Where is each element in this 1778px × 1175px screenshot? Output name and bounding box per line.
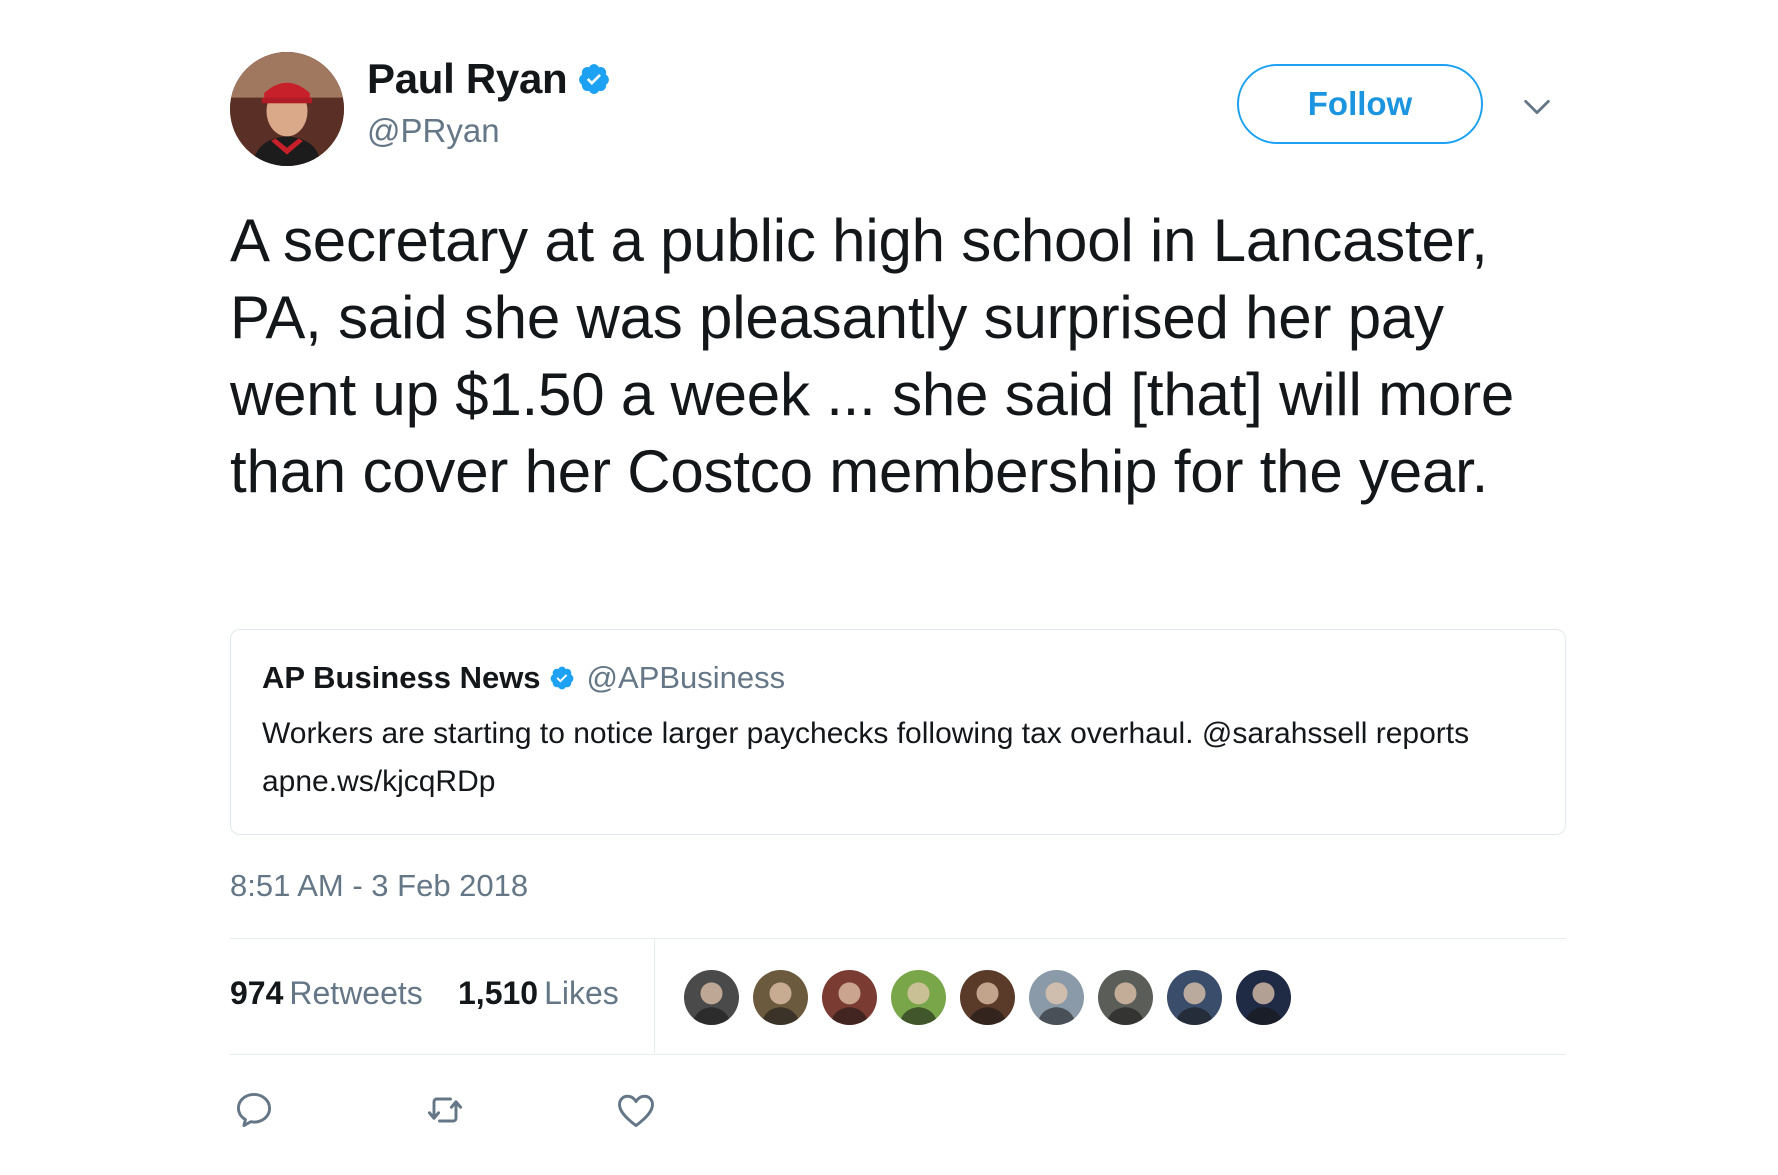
author-name-row: Paul Ryan <box>367 54 611 104</box>
liker-avatar-7[interactable] <box>1096 968 1155 1027</box>
author-avatar[interactable] <box>230 52 344 166</box>
quoted-tweet[interactable]: AP Business News @APBusiness Workers are… <box>230 629 1566 835</box>
retweet-icon[interactable] <box>423 1088 467 1132</box>
liker-avatar-3[interactable] <box>820 968 879 1027</box>
quoted-tweet-header: AP Business News @APBusiness <box>262 660 785 696</box>
tweet-card: Paul Ryan @PRyan Follow A secretary at a… <box>230 50 1566 1150</box>
likes-label: Likes <box>544 975 619 1011</box>
retweets-label: Retweets <box>289 975 423 1011</box>
follow-button[interactable]: Follow <box>1237 64 1483 144</box>
reply-icon[interactable] <box>232 1088 276 1132</box>
quoted-author-name: AP Business News <box>262 660 541 695</box>
verified-badge-icon <box>577 62 611 96</box>
liker-avatar-9[interactable] <box>1234 968 1293 1027</box>
quoted-tweet-text: Workers are starting to notice larger pa… <box>262 717 1470 798</box>
liker-avatar-1[interactable] <box>682 968 741 1027</box>
author-name[interactable]: Paul Ryan <box>367 55 568 103</box>
verified-badge-icon <box>549 665 575 691</box>
liker-avatar-8[interactable] <box>1165 968 1224 1027</box>
author-handle[interactable]: @PRyan <box>367 112 500 150</box>
likes-stat[interactable]: 1,510 Likes <box>458 975 619 1012</box>
retweets-count: 974 <box>230 975 284 1011</box>
likes-count: 1,510 <box>458 975 539 1011</box>
chevron-down-icon[interactable] <box>1520 90 1554 124</box>
liker-avatar-4[interactable] <box>889 968 948 1027</box>
tweet-timestamp[interactable]: 8:51 AM - 3 Feb 2018 <box>230 868 528 904</box>
stats-divider-bottom <box>230 1054 1566 1055</box>
author-avatar-image <box>230 52 344 166</box>
quoted-author-handle: @APBusiness <box>586 660 786 695</box>
retweets-stat[interactable]: 974 Retweets <box>230 975 423 1012</box>
liker-avatar-5[interactable] <box>958 968 1017 1027</box>
stats-vertical-divider <box>654 939 655 1054</box>
heart-icon[interactable] <box>614 1088 658 1132</box>
liker-avatar-6[interactable] <box>1027 968 1086 1027</box>
liker-avatar-2[interactable] <box>751 968 810 1027</box>
tweet-text: A secretary at a public high school in L… <box>230 207 1515 505</box>
stats-divider-top <box>230 938 1566 939</box>
likers-avatars <box>682 968 1293 1027</box>
